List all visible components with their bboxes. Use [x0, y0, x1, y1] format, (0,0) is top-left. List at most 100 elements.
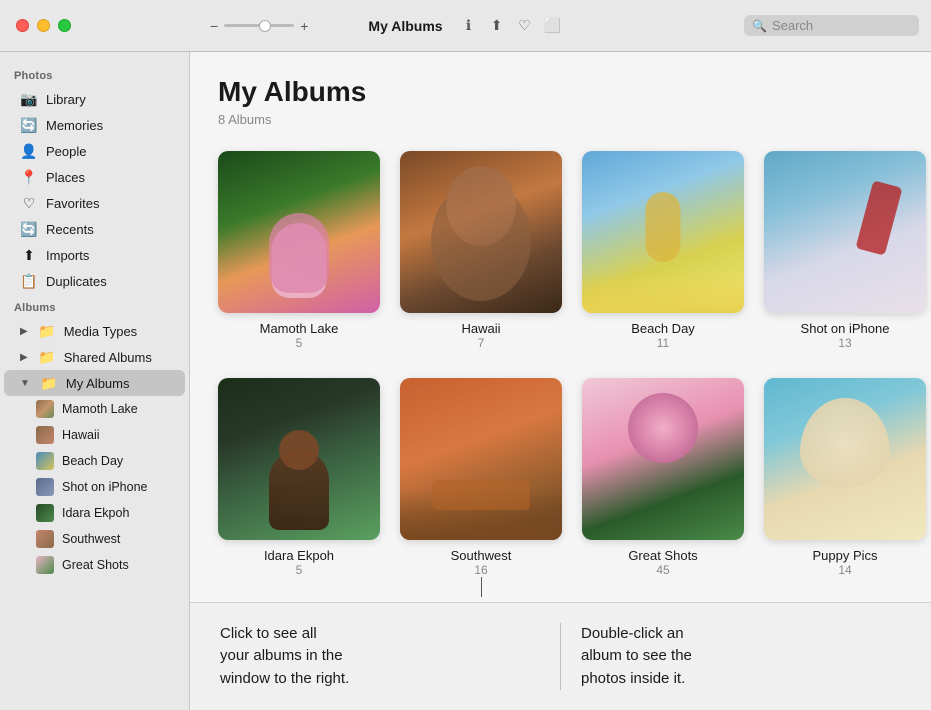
disclosure-icon: ▶ — [20, 352, 28, 363]
sidebar-item-label: Memories — [46, 118, 103, 133]
favorite-icon[interactable]: ♡ — [515, 16, 535, 36]
sidebar-item-beach-day[interactable]: Beach Day — [4, 448, 185, 474]
album-thumb-iphone — [36, 478, 54, 496]
callout-area: Click to see allyour albums in thewindow… — [190, 602, 931, 710]
sidebar-item-people[interactable]: 👤 People — [4, 138, 185, 164]
info-icon[interactable]: ℹ — [459, 16, 479, 36]
sidebar-item-library[interactable]: 📷 Library — [4, 86, 185, 112]
album-item-shot-on-iphone[interactable]: Shot on iPhone 13 — [764, 151, 926, 350]
sidebar-item-label: Library — [46, 92, 86, 107]
album-count: 13 — [838, 336, 851, 350]
albums-grid: Mamoth Lake 5 Hawaii 7 — [218, 151, 903, 577]
sidebar-item-imports[interactable]: ⬆ Imports — [4, 242, 185, 268]
album-count: 45 — [656, 563, 669, 577]
sidebar-item-label: Shot on iPhone — [62, 480, 148, 494]
folder-icon: 📁 — [38, 322, 56, 340]
album-cover-mamoth — [218, 151, 380, 313]
sidebar-item-my-albums[interactable]: ▼ 📁 My Albums — [4, 370, 185, 396]
sidebar-item-label: Imports — [46, 248, 89, 263]
crop-icon[interactable]: ⬜ — [543, 16, 563, 36]
album-name: Hawaii — [461, 321, 500, 336]
sidebar-item-label: People — [46, 144, 86, 159]
share-icon[interactable]: ⬆ — [487, 16, 507, 36]
title-bar-center: My Albums ℹ ⬆ ♡ ⬜ — [368, 16, 562, 36]
sidebar-item-label: Idara Ekpoh — [62, 506, 129, 520]
shared-folder-icon: 📁 — [38, 348, 56, 366]
search-icon: 🔍 — [752, 19, 767, 33]
search-box[interactable]: 🔍 Search — [744, 15, 919, 36]
album-cover-beach — [582, 151, 744, 313]
toolbar-icons: ℹ ⬆ ♡ ⬜ — [459, 16, 563, 36]
search-input[interactable]: Search — [772, 18, 813, 33]
sidebar-item-shared-albums[interactable]: ▶ 📁 Shared Albums — [4, 344, 185, 370]
zoom-slider[interactable] — [224, 24, 294, 27]
album-item-great-shots[interactable]: Great Shots 45 — [582, 378, 744, 577]
sidebar-item-label: Mamoth Lake — [62, 402, 138, 416]
sidebar-item-label: Hawaii — [62, 428, 100, 442]
sidebar-item-favorites[interactable]: ♡ Favorites — [4, 190, 185, 216]
album-name: Great Shots — [628, 548, 697, 563]
content-area: My Albums 8 Albums Mamoth Lake 5 — [190, 52, 931, 602]
title-bar: − + My Albums ℹ ⬆ ♡ ⬜ 🔍 Search — [0, 0, 931, 52]
album-item-puppy-pics[interactable]: Puppy Pics 14 — [764, 378, 926, 577]
album-thumb-idara — [36, 504, 54, 522]
album-cover-idara — [218, 378, 380, 540]
album-count: 5 — [296, 336, 303, 350]
sidebar-item-label: Shared Albums — [64, 350, 152, 365]
recents-icon: 🔄 — [20, 220, 38, 238]
sidebar-item-mamoth-lake[interactable]: Mamoth Lake — [4, 396, 185, 422]
albums-count: 8 Albums — [218, 112, 903, 127]
sidebar-item-label: Beach Day — [62, 454, 123, 468]
minimize-button[interactable] — [37, 19, 50, 32]
sidebar-item-memories[interactable]: 🔄 Memories — [4, 112, 185, 138]
album-count: 5 — [296, 563, 303, 577]
sidebar-item-recents[interactable]: 🔄 Recents — [4, 216, 185, 242]
album-name: Mamoth Lake — [260, 321, 339, 336]
places-icon: 📍 — [20, 168, 38, 186]
album-name: Southwest — [451, 548, 512, 563]
sidebar-item-southwest[interactable]: Southwest — [4, 526, 185, 552]
album-count: 11 — [657, 336, 669, 350]
album-item-beach-day[interactable]: Beach Day 11 — [582, 151, 744, 350]
album-cover-puppy — [764, 378, 926, 540]
sidebar-item-label: Great Shots — [62, 558, 129, 572]
album-cover-hawaii — [400, 151, 562, 313]
fullscreen-button[interactable] — [58, 19, 71, 32]
sidebar-item-hawaii[interactable]: Hawaii — [4, 422, 185, 448]
albums-section-label: Albums — [0, 294, 189, 318]
sidebar-item-media-types[interactable]: ▶ 📁 Media Types — [4, 318, 185, 344]
album-name: Idara Ekpoh — [264, 548, 334, 563]
album-thumb-beach — [36, 452, 54, 470]
sidebar-item-places[interactable]: 📍 Places — [4, 164, 185, 190]
callout-line-indicator — [481, 577, 482, 597]
album-item-hawaii[interactable]: Hawaii 7 — [400, 151, 562, 350]
album-cover-great — [582, 378, 744, 540]
callout-left: Click to see allyour albums in thewindow… — [220, 623, 560, 691]
album-name: Shot on iPhone — [801, 321, 890, 336]
album-item-southwest[interactable]: Southwest 16 — [400, 378, 562, 577]
album-item-mamoth-lake[interactable]: Mamoth Lake 5 — [218, 151, 380, 350]
sidebar-item-label: Media Types — [64, 324, 137, 339]
album-cover-iphone — [764, 151, 926, 313]
sidebar-item-label: Duplicates — [46, 274, 107, 289]
album-thumb-great — [36, 556, 54, 574]
sidebar-item-label: Recents — [46, 222, 94, 237]
sidebar-item-idara-ekpoh[interactable]: Idara Ekpoh — [4, 500, 185, 526]
memories-icon: 🔄 — [20, 116, 38, 134]
album-thumb-southwest — [36, 530, 54, 548]
album-name: Puppy Pics — [812, 548, 877, 563]
callout-right-text: Double-click analbum to see thephotos in… — [581, 623, 901, 691]
album-item-idara-ekpoh[interactable]: Idara Ekpoh 5 — [218, 378, 380, 577]
sidebar-item-label: Favorites — [46, 196, 99, 211]
window-title: My Albums — [368, 18, 442, 34]
album-count: 7 — [478, 336, 485, 350]
zoom-in-button[interactable]: + — [300, 18, 308, 34]
zoom-out-button[interactable]: − — [210, 18, 218, 34]
sidebar-item-shot-on-iphone[interactable]: Shot on iPhone — [4, 474, 185, 500]
photos-section-label: Photos — [0, 62, 189, 86]
sidebar-item-great-shots[interactable]: Great Shots — [4, 552, 185, 578]
close-button[interactable] — [16, 19, 29, 32]
callout-right: Double-click analbum to see thephotos in… — [560, 623, 901, 691]
sidebar-item-duplicates[interactable]: 📋 Duplicates — [4, 268, 185, 294]
album-count: 14 — [838, 563, 851, 577]
